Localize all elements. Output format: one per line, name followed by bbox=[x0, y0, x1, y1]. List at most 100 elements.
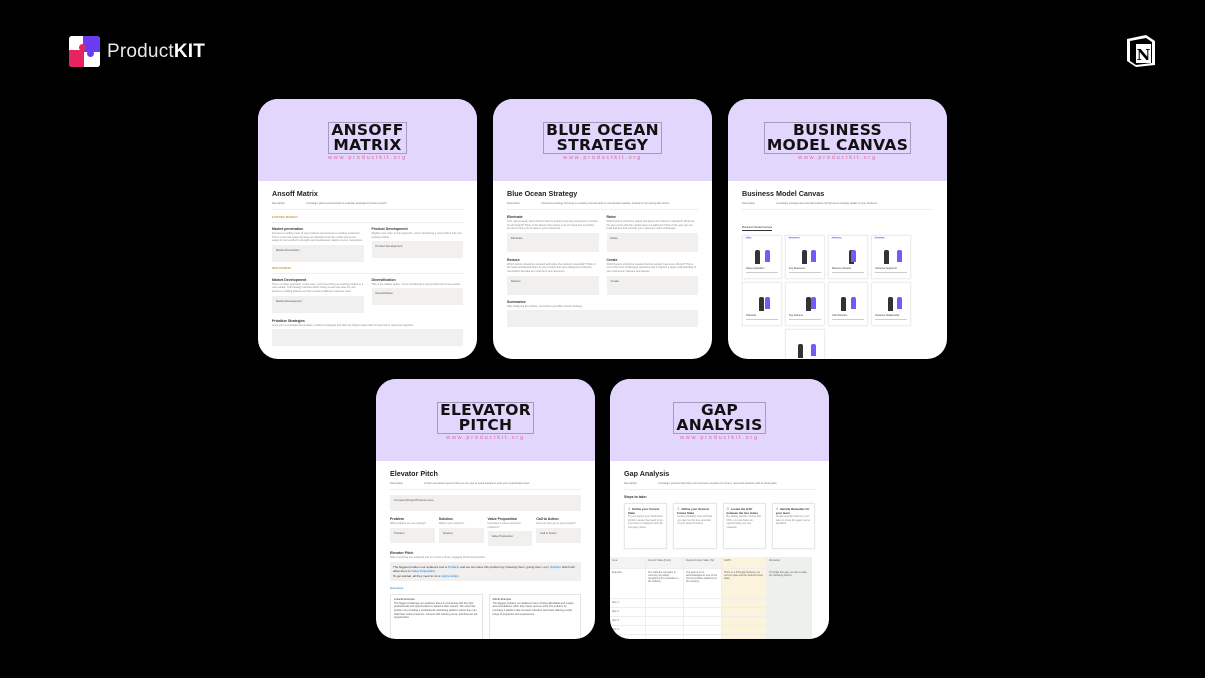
table-cell[interactable]: To bridge this gap, we plan to take the … bbox=[767, 569, 812, 599]
section-label: NEW MARKET bbox=[272, 266, 463, 274]
steps-row: 1 Define your Current State Try to pinpoin… bbox=[624, 503, 815, 549]
company-name-box[interactable]: Company/Project/Product name bbox=[390, 495, 581, 511]
template-card-gap-analysis[interactable]: GAP ANALYSIS www.productkit.org Gap Analy… bbox=[610, 379, 829, 639]
cover-title: BLUE OCEAN STRATEGY bbox=[543, 121, 662, 154]
bmc-card-tag: Finances bbox=[831, 237, 842, 239]
template-card-ansoff-matrix[interactable]: ANSOFF MATRIX www.productkit.org Ansoff M… bbox=[258, 99, 477, 359]
table-cell[interactable] bbox=[767, 635, 812, 639]
bmc-card-tag: Resources bbox=[788, 237, 801, 239]
cover-title: ELEVATOR PITCH bbox=[437, 401, 534, 434]
linked-db-box[interactable]: Call to Action bbox=[536, 527, 581, 543]
table-cell[interactable]: Example: bbox=[610, 569, 646, 599]
bmc-card[interactable]: Key Activities bbox=[785, 329, 825, 359]
table-cell[interactable] bbox=[646, 599, 684, 608]
table-cell[interactable] bbox=[646, 608, 684, 617]
bmc-card[interactable]: Cost Structure bbox=[828, 282, 868, 326]
linked-db-box[interactable]: Eliminate bbox=[507, 232, 599, 252]
table-cell[interactable] bbox=[722, 599, 767, 608]
table-cell[interactable]: There is a 40% gap between our current s… bbox=[722, 569, 767, 599]
table-cell[interactable] bbox=[684, 617, 722, 626]
elevator-pitch-section: Elevator Pitch Take everything you analy… bbox=[390, 551, 581, 582]
text-box[interactable] bbox=[272, 329, 463, 347]
linked-db-box[interactable]: Create bbox=[606, 275, 698, 295]
bmc-card[interactable]: Finances Revenue Streams bbox=[828, 235, 868, 279]
table-cell[interactable]: Our goal is to be acknowledged as one of… bbox=[684, 569, 722, 599]
illustration-icon bbox=[790, 336, 820, 358]
table-cell[interactable] bbox=[684, 599, 722, 608]
bmc-card[interactable]: Customer Relationship bbox=[871, 282, 911, 326]
table-cell[interactable] bbox=[767, 617, 812, 626]
card-cover: BUSINESS MODEL CANVAS www.productkit.org bbox=[728, 99, 947, 181]
description-property: Description A strategic process that help… bbox=[624, 482, 815, 490]
table-cell[interactable] bbox=[722, 617, 767, 626]
bmc-card[interactable]: Resources Key Resources bbox=[785, 235, 825, 279]
linked-db-box[interactable]: Reduce bbox=[507, 275, 599, 295]
template-card-elevator-pitch[interactable]: ELEVATOR PITCH www.productkit.org Elevato… bbox=[376, 379, 595, 639]
table-cell[interactable] bbox=[684, 608, 722, 617]
table-header: Area bbox=[610, 557, 646, 569]
table-cell[interactable] bbox=[767, 608, 812, 617]
table-cell[interactable] bbox=[722, 626, 767, 635]
card-cover: BLUE OCEAN STRATEGY www.productkit.org bbox=[493, 99, 712, 181]
card-cover: ANSOFF MATRIX www.productkit.org bbox=[258, 99, 477, 181]
table-cell[interactable] bbox=[767, 626, 812, 635]
linked-db-box[interactable]: Solution bbox=[438, 527, 484, 543]
table-header: Desired Future State (To) bbox=[684, 557, 722, 569]
table-cell[interactable] bbox=[684, 635, 722, 639]
linkedin-example: LinkedIn Example: The biggest challenge o… bbox=[390, 594, 483, 639]
page-title: Blue Ocean Strategy bbox=[507, 189, 578, 198]
linked-db-box[interactable]: Market Development bbox=[272, 295, 364, 313]
raise-section: Raise Which factors should be raised well… bbox=[606, 215, 698, 252]
illustration-icon bbox=[876, 242, 906, 264]
pitch-template[interactable]: The biggest problem our audience has is … bbox=[390, 561, 581, 582]
productkit-brand: ProductKIT bbox=[69, 36, 205, 67]
table-header: GAPS bbox=[722, 557, 767, 569]
linked-db-box[interactable]: Problem bbox=[390, 527, 435, 543]
step-card: 2 Define your Desired Future State Getting… bbox=[673, 503, 717, 549]
bmc-card[interactable]: Offer Value proposition bbox=[742, 235, 782, 279]
linked-db-box[interactable]: Diversification bbox=[371, 288, 463, 306]
table-cell[interactable] bbox=[722, 608, 767, 617]
table-cell[interactable] bbox=[646, 626, 684, 635]
bmc-card[interactable]: Channels bbox=[742, 282, 782, 326]
examples-toggle[interactable]: Examples bbox=[390, 586, 581, 590]
illustration-icon bbox=[833, 242, 863, 264]
linked-db-box[interactable]: Market Penetration bbox=[272, 244, 364, 262]
illustration-icon bbox=[790, 289, 820, 311]
cover-url: www.productkit.org bbox=[328, 154, 407, 161]
table-header: Current State (From) bbox=[646, 557, 684, 569]
table-cell[interactable] bbox=[722, 635, 767, 639]
linked-db-box[interactable]: Product Development bbox=[371, 241, 463, 259]
pitch-column: Solution What is your solution? Solution bbox=[438, 517, 484, 546]
table-header: Remedies bbox=[767, 557, 812, 569]
table-cell[interactable] bbox=[767, 599, 812, 608]
table-cell[interactable]: Our software company is currently not wi… bbox=[646, 569, 684, 599]
table-row-label[interactable]: Item 4 bbox=[610, 626, 646, 635]
bmc-board: Offer Value proposition Resources Key Resou… bbox=[742, 235, 933, 359]
table-cell[interactable] bbox=[646, 635, 684, 639]
svg-text:N: N bbox=[1137, 46, 1151, 64]
description-property: Description A business strategy focusing … bbox=[507, 202, 698, 210]
table-cell[interactable] bbox=[646, 617, 684, 626]
card-cover: GAP ANALYSIS www.productkit.org bbox=[610, 379, 829, 461]
template-card-blue-ocean-strategy[interactable]: BLUE OCEAN STRATEGY www.productkit.org Bl… bbox=[493, 99, 712, 359]
board-view-tab[interactable]: Business Model Canvas bbox=[742, 225, 773, 231]
table-row-label[interactable]: Item 5 bbox=[610, 635, 646, 639]
table-row-label[interactable]: Item 3 bbox=[610, 617, 646, 626]
notion-logo-icon: N bbox=[1127, 35, 1155, 67]
template-card-business-model-canvas[interactable]: BUSINESS MODEL CANVAS www.productkit.org … bbox=[728, 99, 947, 359]
table-row-label[interactable]: Item 2 bbox=[610, 608, 646, 617]
cover-url: www.productkit.org bbox=[446, 434, 525, 441]
table-row-label[interactable]: Item 1 bbox=[610, 599, 646, 608]
table-cell[interactable] bbox=[684, 626, 722, 635]
bmc-card-tag: Offer bbox=[745, 237, 752, 239]
section-label: EXISTING MARKET bbox=[272, 215, 463, 223]
bmc-card[interactable]: Customer Customer Segments bbox=[871, 235, 911, 279]
bmc-card[interactable]: Key Partners bbox=[785, 282, 825, 326]
cover-title: ANSOFF MATRIX bbox=[328, 121, 407, 154]
description-property: Description A strategic management tool t… bbox=[742, 202, 933, 210]
linked-db-box[interactable]: Raise bbox=[606, 232, 698, 252]
linked-db-box[interactable]: Value Proposition bbox=[487, 531, 533, 547]
step-card: 4 Identify Remedies for your team Create s… bbox=[771, 503, 815, 549]
text-box[interactable] bbox=[507, 310, 698, 328]
